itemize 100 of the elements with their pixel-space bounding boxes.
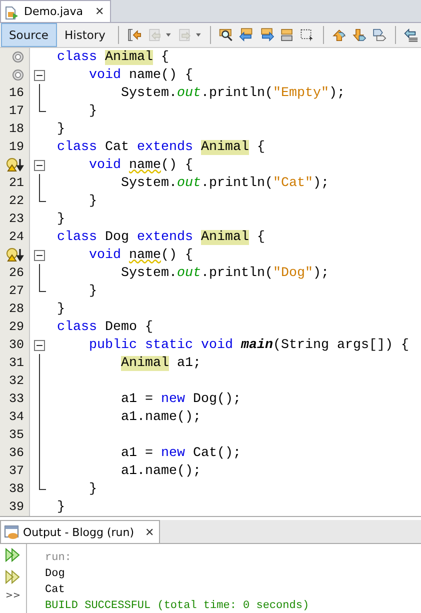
code-token: { bbox=[160, 50, 169, 64]
warning-bulb-icon[interactable] bbox=[6, 248, 24, 262]
code-token: () { bbox=[160, 248, 193, 262]
shift-left-icon[interactable] bbox=[404, 26, 418, 44]
java-file-icon bbox=[4, 4, 20, 20]
output-line: Dog bbox=[45, 567, 66, 582]
line-number: 26 bbox=[8, 266, 24, 280]
code-token: .println( bbox=[200, 176, 273, 190]
fold-end-line bbox=[38, 282, 46, 292]
collapse-icon[interactable] bbox=[34, 340, 45, 350]
rerun-with-options-icon[interactable] bbox=[5, 569, 21, 585]
line-number: 35 bbox=[8, 428, 24, 442]
code-token: name() { bbox=[128, 68, 193, 82]
line-number: 23 bbox=[8, 212, 24, 226]
code-token: class bbox=[57, 320, 97, 334]
code-token: Dog(); bbox=[192, 392, 241, 406]
code-token: } bbox=[88, 104, 97, 118]
rerun-icon[interactable] bbox=[5, 547, 21, 563]
collapse-icon[interactable] bbox=[34, 160, 45, 170]
collapse-icon[interactable] bbox=[34, 70, 45, 80]
line-number: 32 bbox=[8, 374, 24, 388]
close-icon[interactable]: ✕ bbox=[145, 526, 154, 538]
line-number: 24 bbox=[8, 230, 24, 244]
line-number: 18 bbox=[8, 122, 24, 136]
file-tab-title: Demo.java bbox=[24, 5, 84, 18]
output-line: run: bbox=[45, 551, 72, 566]
override-icon[interactable] bbox=[12, 51, 24, 63]
line-number: 34 bbox=[8, 410, 24, 424]
code-token: void bbox=[88, 248, 122, 262]
code-token: void bbox=[88, 68, 121, 82]
view-tab[interactable]: Source bbox=[1, 23, 56, 47]
code-token: { bbox=[256, 140, 265, 154]
toggle-bookmark-icon[interactable] bbox=[372, 26, 387, 44]
code-token: Animal bbox=[105, 50, 153, 64]
code-token: new bbox=[160, 392, 185, 406]
code-token: Animal bbox=[121, 356, 169, 370]
line-number: 29 bbox=[8, 320, 24, 334]
code-token: ); bbox=[312, 266, 329, 280]
code-token: extends bbox=[137, 230, 194, 244]
line-number: 16 bbox=[8, 86, 24, 100]
output-tab[interactable]: Output - Blogg (run) ✕ bbox=[0, 520, 160, 543]
code-token: class bbox=[57, 140, 97, 154]
output-line: BUILD SUCCESSFUL (total time: 0 seconds) bbox=[45, 599, 310, 613]
code-token: void bbox=[88, 158, 122, 172]
code-token: (String args[]) { bbox=[272, 338, 409, 352]
code-token: } bbox=[88, 482, 97, 496]
code-token: main bbox=[240, 338, 273, 352]
code-token: name bbox=[128, 248, 161, 262]
code-token: name bbox=[128, 158, 161, 172]
code-token: extends bbox=[137, 140, 194, 154]
line-number: 19 bbox=[8, 140, 24, 154]
collapse-icon[interactable] bbox=[34, 250, 45, 260]
code-token: out bbox=[176, 86, 201, 100]
code-token: } bbox=[57, 212, 65, 226]
code-token: .println( bbox=[200, 86, 273, 100]
warning-bulb-icon[interactable] bbox=[6, 158, 24, 172]
line-number: 36 bbox=[8, 446, 24, 460]
fold-line bbox=[39, 174, 40, 192]
output-window-icon bbox=[4, 524, 20, 540]
code-token: a1 = bbox=[120, 392, 154, 406]
override-icon[interactable] bbox=[12, 69, 24, 81]
code-token: System. bbox=[120, 266, 177, 280]
code-token: } bbox=[57, 122, 65, 136]
find-prev-icon[interactable] bbox=[239, 26, 254, 44]
more-button[interactable]: >> bbox=[5, 591, 21, 601]
line-number: 38 bbox=[8, 482, 24, 496]
output-tab-title: Output - Blogg (run) bbox=[23, 526, 134, 538]
line-number: 21 bbox=[8, 176, 24, 190]
fold-line bbox=[39, 264, 40, 282]
view-tab[interactable]: History bbox=[56, 23, 114, 47]
line-number: 33 bbox=[8, 392, 24, 406]
code-token: a1.name(); bbox=[120, 464, 201, 478]
code-token: System. bbox=[120, 176, 177, 190]
code-token: Animal bbox=[201, 140, 249, 154]
code-token: ); bbox=[312, 176, 329, 190]
last-edit-icon[interactable] bbox=[127, 26, 142, 44]
close-icon[interactable]: ✕ bbox=[95, 5, 104, 18]
code-token: a1.name(); bbox=[120, 410, 201, 424]
code-token: } bbox=[57, 500, 65, 514]
highlight-icon[interactable] bbox=[280, 26, 294, 44]
code-token: Dog bbox=[104, 230, 130, 244]
fold-end-line bbox=[38, 480, 46, 490]
line-number: 17 bbox=[8, 104, 24, 118]
file-tab[interactable]: Demo.java ✕ bbox=[0, 0, 112, 22]
next-bookmark-icon[interactable] bbox=[352, 26, 366, 44]
fold-end-line bbox=[38, 192, 46, 202]
find-icon[interactable] bbox=[218, 26, 234, 44]
code-token: ); bbox=[328, 86, 345, 100]
code-token: new bbox=[160, 446, 185, 460]
code-token: } bbox=[57, 302, 65, 316]
code-token: out bbox=[176, 176, 201, 190]
line-number: 30 bbox=[8, 338, 24, 352]
line-number: 22 bbox=[8, 194, 24, 208]
find-next-icon[interactable] bbox=[260, 26, 274, 44]
code-token: Demo { bbox=[104, 320, 153, 334]
code-token: Animal bbox=[201, 230, 249, 244]
code-token: class bbox=[57, 50, 98, 64]
code-token: System. bbox=[120, 86, 177, 100]
code-token: class bbox=[57, 230, 97, 244]
line-number: 27 bbox=[8, 284, 24, 298]
